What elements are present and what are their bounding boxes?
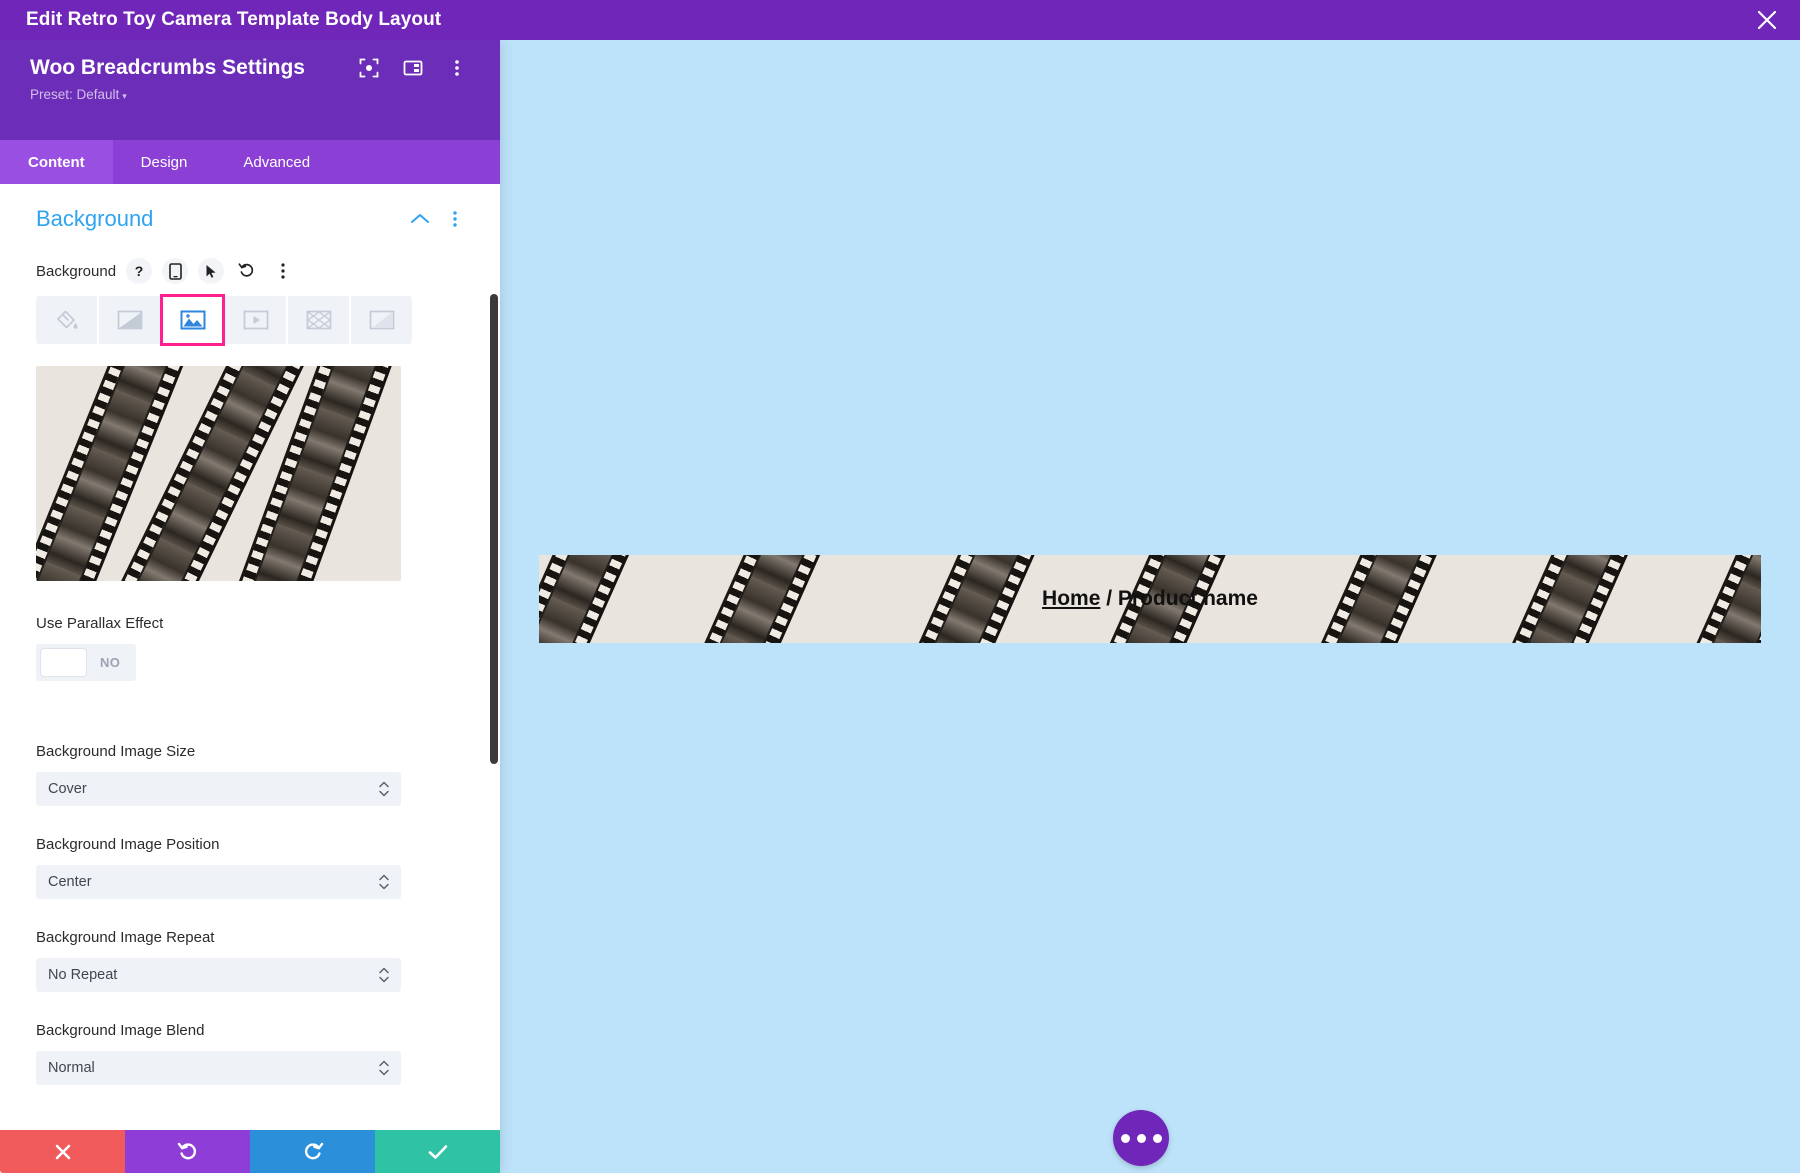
stepper-arrows-icon <box>379 782 389 797</box>
parallax-group: Use Parallax Effect NO <box>36 615 464 713</box>
ellipsis-dot <box>1121 1134 1130 1143</box>
breadcrumb-home-link[interactable]: Home <box>1042 587 1100 610</box>
background-mask-icon[interactable] <box>351 296 412 344</box>
layout-columns-icon[interactable] <box>402 57 424 79</box>
background-image-icon[interactable] <box>162 296 223 344</box>
field-kebab-menu-icon[interactable] <box>270 258 296 284</box>
tab-advanced[interactable]: Advanced <box>215 140 338 184</box>
section-title: Background <box>36 206 394 232</box>
ellipsis-dot <box>1137 1134 1146 1143</box>
background-field-label: Background <box>36 263 116 280</box>
panel-scrollbar-thumb[interactable] <box>490 294 498 764</box>
parallax-label: Use Parallax Effect <box>36 615 464 632</box>
background-section-header: Background <box>36 206 464 232</box>
focus-target-icon[interactable] <box>358 57 380 79</box>
preset-selector[interactable]: Preset: Default▾ <box>30 87 127 102</box>
cancel-button[interactable] <box>0 1130 125 1173</box>
help-icon[interactable]: ? <box>126 258 152 284</box>
background-image-repeat-label: Background Image Repeat <box>36 929 464 946</box>
responsive-mobile-icon[interactable] <box>162 258 188 284</box>
settings-tabs: Content Design Advanced <box>0 140 500 184</box>
hover-cursor-icon[interactable] <box>198 258 224 284</box>
section-kebab-menu-icon[interactable] <box>446 209 464 229</box>
module-settings-title: Woo Breadcrumbs Settings <box>30 56 358 80</box>
settings-panel-footer <box>0 1130 500 1173</box>
toggle-knob <box>40 648 87 677</box>
stepper-arrows-icon <box>379 1061 389 1076</box>
window-title: Edit Retro Toy Camera Template Body Layo… <box>26 9 441 31</box>
background-pattern-icon[interactable] <box>288 296 349 344</box>
breadcrumb: Home / Product name <box>1042 587 1258 611</box>
settings-panel-header: Woo Breadcrumbs Settings <box>0 40 500 140</box>
background-field-label-row: Background ? <box>36 258 464 284</box>
background-image-size-label: Background Image Size <box>36 743 464 760</box>
background-image-blend-group: Background Image Blend Normal <box>36 1022 464 1085</box>
background-image-position-select[interactable]: Center <box>36 865 401 899</box>
background-image-blend-label: Background Image Blend <box>36 1022 464 1039</box>
ellipsis-dot <box>1153 1134 1162 1143</box>
chevron-up-icon[interactable] <box>410 212 430 226</box>
breadcrumb-separator: / <box>1100 587 1118 610</box>
parallax-toggle-value: NO <box>100 655 120 670</box>
background-video-icon[interactable] <box>225 296 286 344</box>
background-type-selector <box>36 296 464 344</box>
background-image-blend-select[interactable]: Normal <box>36 1051 401 1085</box>
tab-design[interactable]: Design <box>113 140 216 184</box>
settings-panel: Woo Breadcrumbs Settings <box>0 40 500 1173</box>
checkmark-icon <box>427 1142 449 1162</box>
stepper-arrows-icon <box>379 875 389 890</box>
more-options-fab[interactable] <box>1113 1110 1169 1166</box>
tab-content[interactable]: Content <box>0 140 113 184</box>
background-image-size-select[interactable]: Cover <box>36 772 401 806</box>
undo-arrow-icon <box>177 1141 199 1163</box>
film-preview-backdrop <box>36 366 401 581</box>
preset-label: Preset: Default <box>30 87 119 102</box>
save-button[interactable] <box>375 1130 500 1173</box>
live-preview-canvas: Home / Product name <box>500 40 1800 1173</box>
panel-scrollbar[interactable] <box>490 184 498 1130</box>
kebab-menu-icon[interactable] <box>446 57 468 79</box>
select-value: No Repeat <box>48 967 117 983</box>
woo-breadcrumbs-module[interactable]: Home / Product name <box>539 555 1761 643</box>
select-value: Center <box>48 874 92 890</box>
background-image-position-label: Background Image Position <box>36 836 464 853</box>
close-x-icon <box>53 1142 73 1162</box>
close-icon[interactable] <box>1752 5 1782 35</box>
background-image-size-group: Background Image Size Cover <box>36 743 464 806</box>
redo-arrow-icon <box>302 1141 324 1163</box>
select-value: Normal <box>48 1060 95 1076</box>
undo-button[interactable] <box>125 1130 250 1173</box>
select-value: Cover <box>48 781 87 797</box>
redo-button[interactable] <box>250 1130 375 1173</box>
window-titlebar: Edit Retro Toy Camera Template Body Layo… <box>0 0 1800 40</box>
reset-undo-icon[interactable] <box>234 258 260 284</box>
chevron-down-icon: ▾ <box>122 91 127 101</box>
settings-panel-body: Background Back <box>0 184 500 1130</box>
app-root: Edit Retro Toy Camera Template Body Layo… <box>0 0 1800 1173</box>
background-image-repeat-select[interactable]: No Repeat <box>36 958 401 992</box>
breadcrumb-current: Product name <box>1118 587 1258 610</box>
background-image-preview[interactable] <box>36 366 401 581</box>
background-gradient-icon[interactable] <box>99 296 160 344</box>
stepper-arrows-icon <box>379 968 389 983</box>
background-image-position-group: Background Image Position Center <box>36 836 464 899</box>
parallax-toggle[interactable]: NO <box>36 644 136 681</box>
background-image-repeat-group: Background Image Repeat No Repeat <box>36 929 464 992</box>
background-color-icon[interactable] <box>36 296 97 344</box>
